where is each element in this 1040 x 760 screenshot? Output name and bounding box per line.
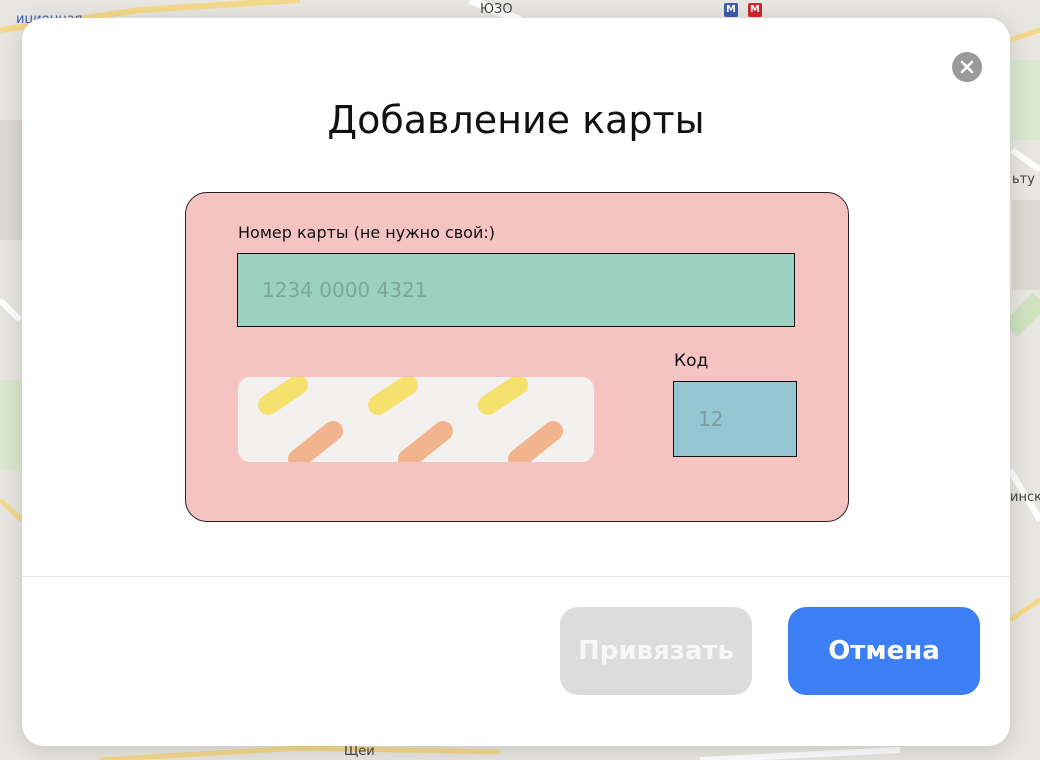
attach-button[interactable]: Привязать — [560, 607, 752, 695]
map-label: инск — [1010, 490, 1040, 505]
footer-divider — [22, 576, 1010, 577]
dialog-title: Добавление карты — [327, 98, 705, 142]
add-card-dialog: Добавление карты Номер карты (не нужно с… — [22, 18, 1010, 746]
close-button[interactable] — [952, 52, 982, 82]
close-icon — [960, 60, 974, 74]
code-label: Код — [674, 351, 709, 371]
metro-icon: М — [724, 3, 738, 17]
card-form: Номер карты (не нужно свой:) Код — [185, 192, 849, 522]
map-label: ьту — [1012, 172, 1035, 187]
metro-icon-red: М — [748, 3, 762, 17]
cancel-button[interactable]: Отмена — [788, 607, 980, 695]
card-number-label: Номер карты (не нужно свой:) — [238, 223, 495, 242]
card-decoration-stripe — [238, 377, 594, 462]
stripe-pattern — [258, 377, 563, 462]
code-input[interactable] — [673, 381, 797, 457]
card-number-input[interactable] — [237, 253, 795, 327]
map-label: Щеи — [344, 744, 375, 759]
map-label: ЮЗО — [480, 2, 513, 17]
